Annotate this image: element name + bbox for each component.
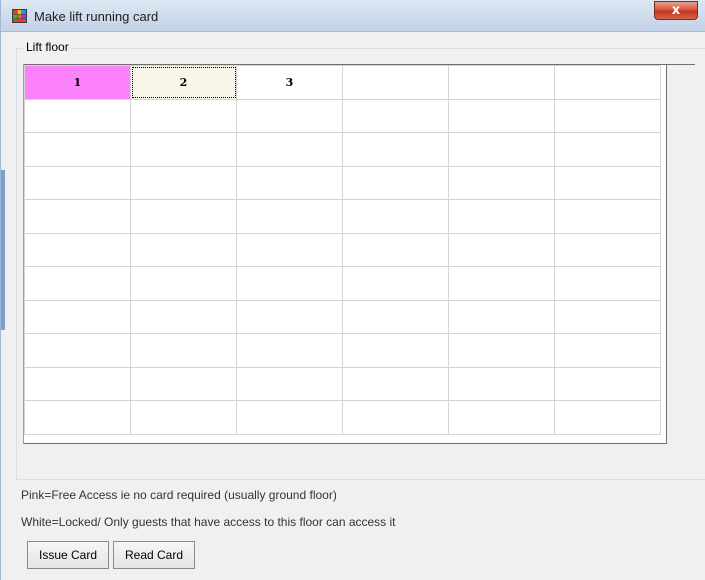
floor-cell[interactable]	[236, 98, 343, 133]
floor-cell[interactable]	[130, 98, 237, 133]
window-frame-edge	[1, 170, 5, 330]
floor-cell[interactable]	[448, 199, 555, 234]
floor-cell[interactable]	[24, 333, 131, 368]
floor-cell[interactable]	[130, 232, 237, 267]
floor-row	[24, 366, 661, 401]
floor-cell[interactable]	[448, 132, 555, 167]
floor-cell[interactable]	[554, 266, 661, 301]
floor-cell[interactable]	[24, 400, 131, 435]
floor-cell[interactable]	[448, 98, 555, 133]
floor-cell[interactable]	[342, 232, 449, 267]
app-icon	[12, 9, 27, 23]
floor-cell[interactable]	[236, 132, 343, 167]
floor-row	[24, 132, 661, 167]
floor-cell[interactable]	[24, 199, 131, 234]
floor-cell-3[interactable]: 3	[236, 65, 343, 100]
floor-cell[interactable]	[236, 232, 343, 267]
floor-cell[interactable]	[130, 299, 237, 334]
floor-cell[interactable]	[448, 165, 555, 200]
floor-cell[interactable]	[342, 333, 449, 368]
floor-cell[interactable]	[342, 366, 449, 401]
floor-cell[interactable]	[130, 165, 237, 200]
floor-cell-4[interactable]	[342, 65, 449, 100]
floor-cell-5[interactable]	[448, 65, 555, 100]
floor-cell[interactable]	[236, 165, 343, 200]
floor-cell[interactable]	[554, 333, 661, 368]
floor-cell[interactable]	[130, 266, 237, 301]
floor-cell[interactable]	[342, 400, 449, 435]
floor-cell[interactable]	[342, 165, 449, 200]
floor-row-header: 123	[24, 65, 661, 100]
floor-cell[interactable]	[24, 98, 131, 133]
close-icon: x	[671, 3, 681, 18]
floor-row	[24, 400, 661, 435]
floor-cell[interactable]	[342, 299, 449, 334]
floor-cell[interactable]	[130, 366, 237, 401]
floor-cell[interactable]	[342, 199, 449, 234]
floor-cell-1[interactable]: 1	[24, 65, 131, 100]
floor-table[interactable]: 123	[24, 65, 661, 435]
floor-row	[24, 98, 661, 133]
floor-cell[interactable]	[448, 333, 555, 368]
floor-cell[interactable]	[554, 299, 661, 334]
floor-cell[interactable]	[236, 366, 343, 401]
floor-cell[interactable]	[236, 266, 343, 301]
note-pink: Pink=Free Access ie no card required (us…	[21, 488, 337, 502]
floor-cell[interactable]	[236, 400, 343, 435]
floor-cell[interactable]	[448, 266, 555, 301]
floor-cell[interactable]	[554, 366, 661, 401]
floor-cell[interactable]	[236, 299, 343, 334]
floor-cell[interactable]	[236, 333, 343, 368]
floor-cell[interactable]	[448, 299, 555, 334]
floor-cell[interactable]	[448, 232, 555, 267]
floor-cell[interactable]	[24, 132, 131, 167]
floor-row	[24, 165, 661, 200]
floor-row	[24, 333, 661, 368]
floor-row	[24, 232, 661, 267]
floor-cell-6[interactable]	[554, 65, 661, 100]
floor-cell[interactable]	[130, 199, 237, 234]
floor-cell[interactable]	[130, 333, 237, 368]
floor-cell[interactable]	[554, 165, 661, 200]
lift-card-window: Make lift running card x Lift floor 123 …	[0, 0, 705, 580]
floor-cell[interactable]	[24, 266, 131, 301]
floor-cell-2[interactable]: 2	[130, 65, 237, 100]
floor-cell[interactable]	[448, 366, 555, 401]
floor-cell[interactable]	[24, 232, 131, 267]
floor-cell[interactable]	[24, 165, 131, 200]
floor-row	[24, 199, 661, 234]
floor-cell[interactable]	[236, 199, 343, 234]
floor-cell[interactable]	[24, 299, 131, 334]
floor-cell[interactable]	[554, 400, 661, 435]
note-white: White=Locked/ Only guests that have acce…	[21, 515, 396, 529]
floor-cell[interactable]	[342, 98, 449, 133]
floor-cell[interactable]	[554, 199, 661, 234]
group-legend: Lift floor	[24, 40, 71, 54]
floor-cell[interactable]	[130, 400, 237, 435]
floor-cell[interactable]	[342, 132, 449, 167]
floor-cell[interactable]	[554, 98, 661, 133]
issue-card-button[interactable]: Issue Card	[27, 541, 109, 569]
floor-cell[interactable]	[554, 232, 661, 267]
read-card-button[interactable]: Read Card	[113, 541, 195, 569]
floor-cell[interactable]	[342, 266, 449, 301]
floor-cell[interactable]	[554, 132, 661, 167]
close-button[interactable]: x	[654, 1, 698, 20]
floor-row	[24, 266, 661, 301]
floor-cell[interactable]	[24, 366, 131, 401]
title-bar[interactable]: Make lift running card x	[1, 0, 705, 32]
floor-row	[24, 299, 661, 334]
window-title: Make lift running card	[34, 9, 159, 24]
floor-cell[interactable]	[448, 400, 555, 435]
floor-cell[interactable]	[130, 132, 237, 167]
